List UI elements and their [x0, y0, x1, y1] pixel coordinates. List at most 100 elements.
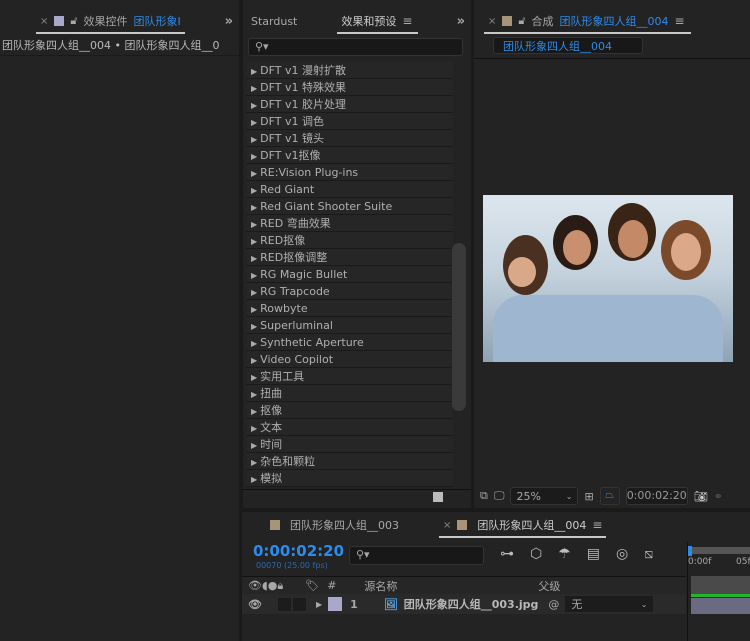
layer-duration-bar[interactable] — [691, 598, 750, 614]
expand-triangle-icon[interactable]: ▶ — [251, 373, 257, 382]
comp-flowchart-icon[interactable]: ⊶ — [500, 546, 514, 562]
work-area-bar[interactable] — [691, 547, 750, 554]
timeline-timecode[interactable]: 0:00:02:20 — [253, 542, 344, 560]
effect-category-item[interactable]: ▶ RED 弯曲效果 — [246, 215, 453, 232]
close-icon[interactable]: × — [443, 520, 451, 531]
close-icon[interactable]: × — [488, 16, 496, 27]
expand-triangle-icon[interactable]: ▶ — [251, 475, 257, 484]
menu-icon[interactable]: ≡ — [592, 518, 602, 532]
effect-category-item[interactable]: ▶ DFT v1抠像 — [246, 147, 453, 164]
effect-category-item[interactable]: ▶ Synthetic Aperture — [246, 334, 453, 351]
effect-category-item[interactable]: ▶ 抠像 — [246, 402, 453, 419]
layer-row[interactable]: 👁︎ ▶ 1 🖼︎ 团队形象四人组__003.jpg @ 无 ⌄ — [242, 594, 686, 614]
timeline-ruler[interactable]: 0:00f 05f — [687, 542, 750, 641]
effect-category-item[interactable]: ▶ 杂色和颗粒 — [246, 453, 453, 470]
effect-category-item[interactable]: ▶ Red Giant Shooter Suite — [246, 198, 453, 215]
effect-category-item[interactable]: ▶ RG Trapcode — [246, 283, 453, 300]
effect-category-item[interactable]: ▶ RG Magic Bullet — [246, 266, 453, 283]
lock-icon[interactable]: 🔓︎ — [70, 14, 77, 28]
overflow-chevrons-icon[interactable]: » — [225, 14, 233, 29]
column-parent[interactable]: 父级 — [538, 578, 560, 594]
pickwhip-icon[interactable]: @ — [548, 598, 559, 611]
visibility-eye-icon[interactable]: 👁︎ — [248, 598, 262, 611]
new-folder-icon[interactable] — [433, 492, 443, 502]
expand-triangle-icon[interactable]: ▶ — [251, 186, 257, 195]
menu-icon[interactable]: ≡ — [675, 14, 685, 28]
effects-search-input[interactable]: ⚲▾ — [248, 38, 463, 56]
tab-composition[interactable]: × 🔓︎ 合成 团队形象四人组__004 ≡ — [484, 8, 691, 34]
expand-triangle-icon[interactable]: ▶ — [251, 356, 257, 365]
effect-category-item[interactable]: ▶ DFT v1 镜头 — [246, 130, 453, 147]
expand-triangle-icon[interactable]: ▶ — [251, 424, 257, 433]
camera-snapshot-icon[interactable]: 📷︎ — [694, 490, 708, 503]
zoom-dropdown[interactable]: 25% ⌄ — [510, 487, 579, 505]
show-snapshot-icon[interactable]: ⚭ — [714, 490, 723, 503]
comp-sub-tab[interactable]: 团队形象四人组__004 — [493, 37, 643, 54]
effect-category-item[interactable]: ▶ RED抠像调整 — [246, 249, 453, 266]
playhead-handle[interactable] — [688, 546, 692, 556]
effect-category-item[interactable]: ▶ 模拟 — [246, 470, 453, 487]
region-of-interest-icon[interactable]: ⊞ — [584, 490, 593, 503]
effect-category-item[interactable]: ▶ DFT v1 漫射扩散 — [246, 62, 453, 79]
mask-visibility-icon[interactable]: ⏢ — [599, 487, 620, 505]
effect-category-item[interactable]: ▶ RE:Vision Plug-ins — [246, 164, 453, 181]
expand-triangle-icon[interactable]: ▶ — [251, 390, 257, 399]
expand-triangle-icon[interactable]: ▶ — [251, 458, 257, 467]
lock-box[interactable] — [292, 597, 306, 611]
effect-category-item[interactable]: ▶ DFT v1 调色 — [246, 113, 453, 130]
layer-name[interactable]: 团队形象四人组__003.jpg — [404, 596, 539, 612]
shy-layers-icon[interactable]: ☂ — [558, 546, 571, 562]
tab-effects-presets[interactable]: 效果和预设 ≡ — [337, 8, 419, 34]
effect-category-item[interactable]: ▶ 文本 — [246, 419, 453, 436]
expand-triangle-icon[interactable]: ▶ — [251, 271, 257, 280]
tab-stardust[interactable]: Stardust — [247, 8, 301, 34]
draft-3d-icon[interactable]: ⬡ — [530, 546, 542, 562]
expand-triangle-icon[interactable]: ▶ — [251, 135, 257, 144]
monitor-icon[interactable]: 🖵︎ — [494, 489, 505, 503]
effect-category-item[interactable]: ▶ 实用工具 — [246, 368, 453, 385]
preview-icon[interactable]: ⧉ — [480, 489, 488, 503]
expand-triangle-icon[interactable]: ▶ — [316, 600, 322, 609]
tab-timeline-004[interactable]: × 团队形象四人组__004 ≡ — [439, 512, 607, 538]
graph-editor-icon[interactable]: ⧅ — [644, 546, 653, 562]
expand-triangle-icon[interactable]: ▶ — [251, 237, 257, 246]
expand-triangle-icon[interactable]: ▶ — [251, 407, 257, 416]
expand-triangle-icon[interactable]: ▶ — [251, 322, 257, 331]
expand-triangle-icon[interactable]: ▶ — [251, 169, 257, 178]
effect-category-item[interactable]: ▶ Red Giant — [246, 181, 453, 198]
expand-triangle-icon[interactable]: ▶ — [251, 288, 257, 297]
effect-category-item[interactable]: ▶ Rowbyte — [246, 300, 453, 317]
expand-triangle-icon[interactable]: ▶ — [251, 220, 257, 229]
expand-triangle-icon[interactable]: ▶ — [251, 305, 257, 314]
expand-triangle-icon[interactable]: ▶ — [251, 67, 257, 76]
expand-triangle-icon[interactable]: ▶ — [251, 101, 257, 110]
motion-blur-icon[interactable]: ◎ — [616, 546, 628, 562]
expand-triangle-icon[interactable]: ▶ — [251, 339, 257, 348]
effect-category-item[interactable]: ▶ Superluminal — [246, 317, 453, 334]
close-icon[interactable]: × — [40, 16, 48, 27]
menu-icon[interactable]: ≡ — [402, 14, 412, 28]
solo-box[interactable] — [277, 597, 291, 611]
expand-triangle-icon[interactable]: ▶ — [251, 84, 257, 93]
expand-triangle-icon[interactable]: ▶ — [251, 118, 257, 127]
layer-label-color[interactable] — [328, 597, 343, 611]
expand-triangle-icon[interactable]: ▶ — [251, 441, 257, 450]
effect-category-item[interactable]: ▶ Video Copilot — [246, 351, 453, 368]
parent-dropdown[interactable]: 无 ⌄ — [565, 596, 654, 612]
effect-category-item[interactable]: ▶ 时间 — [246, 436, 453, 453]
composition-viewer-image[interactable] — [483, 195, 733, 362]
column-source-name[interactable]: 源名称 — [364, 578, 534, 594]
tab-timeline-003[interactable]: 团队形象四人组__003 — [266, 512, 403, 538]
scrollbar[interactable] — [452, 243, 466, 411]
overflow-chevrons-icon[interactable]: » — [457, 14, 465, 29]
effect-category-item[interactable]: ▶ 扭曲 — [246, 385, 453, 402]
current-time-field[interactable]: 0:00:02:20 — [625, 487, 688, 505]
effect-category-item[interactable]: ▶ RED抠像 — [246, 232, 453, 249]
tab-effect-controls[interactable]: × 🔓︎ 效果控件 团队形象I — [36, 8, 185, 34]
effect-category-item[interactable]: ▶ DFT v1 特殊效果 — [246, 79, 453, 96]
expand-triangle-icon[interactable]: ▶ — [251, 152, 257, 161]
layer-search-input[interactable]: ⚲▾ — [349, 546, 484, 565]
effect-category-item[interactable]: ▶ DFT v1 胶片处理 — [246, 96, 453, 113]
frame-blending-icon[interactable]: ▤ — [587, 546, 600, 562]
expand-triangle-icon[interactable]: ▶ — [251, 254, 257, 263]
